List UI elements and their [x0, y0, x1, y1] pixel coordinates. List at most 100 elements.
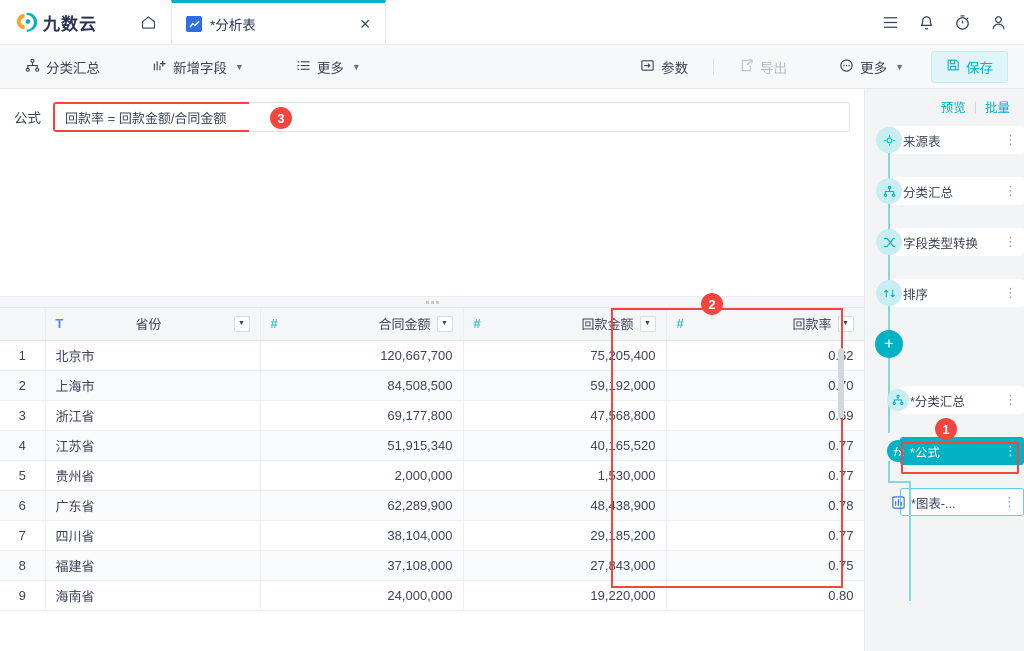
node-menu-icon[interactable]: ⋮ — [1004, 183, 1018, 199]
preview-link[interactable]: 预览 — [941, 97, 966, 116]
cell-rate: 0.77 — [666, 430, 864, 460]
flow-node-label: 字段类型转换 — [903, 233, 1000, 252]
flow-node-card[interactable]: *公式 ⋮ — [900, 437, 1024, 465]
row-index: 8 — [0, 550, 45, 580]
formula-input-extension[interactable] — [249, 102, 850, 132]
table-row[interactable]: 9 海南省 24,000,000 19,220,000 0.80 — [0, 580, 864, 610]
node-menu-icon[interactable]: ⋮ — [1004, 132, 1018, 148]
left-panel: 公式 T 省份 ▼ — [0, 89, 864, 651]
toolbar: 分类汇总 新增字段 ▼ 更多 ▼ 参数 — [0, 45, 1024, 89]
column-header-rate[interactable]: # 回款率 ▼ — [666, 308, 864, 340]
save-button[interactable]: 保存 — [931, 51, 1008, 83]
cell-province: 福建省 — [45, 550, 260, 580]
column-menu-icon[interactable]: ▼ — [234, 316, 250, 332]
flow-node-card[interactable]: *分类汇总 ⋮ — [900, 386, 1024, 414]
cell-contract: 2,000,000 — [260, 460, 463, 490]
flow-node-card[interactable]: 字段类型转换 ⋮ — [893, 228, 1024, 256]
formula-fx-icon — [887, 440, 909, 462]
chevron-down-icon: ▼ — [352, 62, 361, 72]
row-index: 2 — [0, 370, 45, 400]
cell-received: 29,185,200 — [463, 520, 666, 550]
flow-node-chart[interactable]: *图表-... ⋮ — [865, 488, 1024, 516]
close-icon[interactable]: ✕ — [359, 17, 371, 31]
flow-node-label: *分类汇总 — [910, 391, 1000, 410]
sort-icon — [876, 280, 902, 306]
flow-node-card[interactable]: 分类汇总 ⋮ — [893, 177, 1024, 205]
table-header-row: T 省份 ▼ # 合同金额 ▼ — [0, 308, 864, 340]
table-row[interactable]: 3 浙江省 69,177,800 47,568,800 0.69 — [0, 400, 864, 430]
node-menu-icon[interactable]: ⋮ — [1004, 285, 1018, 301]
cell-province: 贵州省 — [45, 460, 260, 490]
tab-analysis-table[interactable]: *分析表 ✕ — [171, 0, 386, 45]
table-row[interactable]: 7 四川省 38,104,000 29,185,200 0.77 — [0, 520, 864, 550]
parameter-icon — [640, 58, 655, 76]
row-index: 1 — [0, 340, 45, 370]
flow-node-sort[interactable]: 排序 ⋮ — [865, 279, 1024, 307]
table-row[interactable]: 4 江苏省 51,915,340 40,165,520 0.77 — [0, 430, 864, 460]
row-index: 6 — [0, 490, 45, 520]
node-menu-icon[interactable]: ⋮ — [1004, 234, 1018, 250]
table-row[interactable]: 8 福建省 37,108,000 27,843,000 0.75 — [0, 550, 864, 580]
user-icon[interactable] — [989, 13, 1008, 32]
cell-received: 48,438,900 — [463, 490, 666, 520]
toolbar-export-button[interactable]: 导出 — [730, 52, 796, 82]
table-row[interactable]: 2 上海市 84,508,500 59,192,000 0.70 — [0, 370, 864, 400]
data-table: T 省份 ▼ # 合同金额 ▼ — [0, 308, 864, 611]
toolbar-more-left-button[interactable]: 更多 ▼ — [287, 52, 370, 82]
panel-splitter[interactable] — [0, 296, 864, 308]
top-bar: 九数云 *分析表 ✕ — [0, 0, 1024, 45]
app-logo[interactable]: 九数云 — [0, 0, 125, 45]
node-menu-icon[interactable]: ⋮ — [1004, 392, 1018, 408]
column-header-received-label: 回款金额 — [487, 314, 634, 333]
table-row[interactable]: 6 广东省 62,289,900 48,438,900 0.78 — [0, 490, 864, 520]
source-table-icon — [876, 127, 902, 153]
column-menu-icon[interactable]: ▼ — [437, 316, 453, 332]
row-index: 3 — [0, 400, 45, 430]
column-header-contract[interactable]: # 合同金额 ▼ — [260, 308, 463, 340]
cell-province: 浙江省 — [45, 400, 260, 430]
cell-province: 上海市 — [45, 370, 260, 400]
text-type-icon: T — [56, 316, 64, 331]
topbar-spacer — [386, 0, 881, 45]
toolbar-add-field-button[interactable]: 新增字段 ▼ — [143, 52, 253, 82]
toolbar-parameter-button[interactable]: 参数 — [631, 52, 697, 82]
table-row[interactable]: 5 贵州省 2,000,000 1,530,000 0.77 — [0, 460, 864, 490]
toolbar-divider — [713, 59, 714, 75]
chart-icon — [887, 491, 909, 513]
flow-node-card[interactable]: *图表-... ⋮ — [900, 488, 1024, 516]
column-header-province-label: 省份 — [69, 314, 227, 333]
table-vertical-scrollbar[interactable] — [838, 348, 844, 418]
timer-icon[interactable] — [953, 13, 972, 32]
column-header-province[interactable]: T 省份 ▼ — [45, 308, 260, 340]
flow-links: 预览 | 批量 — [865, 97, 1024, 126]
add-step-button[interactable]: + — [875, 330, 903, 358]
formula-pane: 公式 — [0, 89, 864, 296]
bell-icon[interactable] — [917, 13, 936, 32]
cell-province: 广东省 — [45, 490, 260, 520]
flow-node-source-table[interactable]: 来源表 ⋮ — [865, 126, 1024, 154]
column-menu-icon[interactable]: ▼ — [640, 316, 656, 332]
cell-contract: 37,108,000 — [260, 550, 463, 580]
flow-node-label: 来源表 — [903, 131, 1000, 150]
cell-received: 19,220,000 — [463, 580, 666, 610]
flow-node-card[interactable]: 来源表 ⋮ — [893, 126, 1024, 154]
cell-contract: 84,508,500 — [260, 370, 463, 400]
flow-node-type-convert[interactable]: 字段类型转换 ⋮ — [865, 228, 1024, 256]
brand-name: 九数云 — [43, 10, 97, 35]
flow-node-group-summary[interactable]: 分类汇总 ⋮ — [865, 177, 1024, 205]
cell-received: 27,843,000 — [463, 550, 666, 580]
table-row[interactable]: 1 北京市 120,667,700 75,205,400 0.62 — [0, 340, 864, 370]
home-button[interactable] — [125, 0, 171, 45]
cell-contract: 51,915,340 — [260, 430, 463, 460]
cell-province: 海南省 — [45, 580, 260, 610]
list-icon[interactable] — [881, 13, 900, 32]
column-menu-icon[interactable]: ▼ — [838, 316, 854, 332]
column-header-received[interactable]: # 回款金额 ▼ — [463, 308, 666, 340]
toolbar-more-right-button[interactable]: 更多 ▼ — [830, 52, 913, 82]
toolbar-group-summary-button[interactable]: 分类汇总 — [16, 52, 109, 82]
node-menu-icon[interactable]: ⋮ — [1003, 494, 1017, 510]
cell-received: 75,205,400 — [463, 340, 666, 370]
node-menu-icon[interactable]: ⋮ — [1004, 443, 1018, 459]
flow-node-card[interactable]: 排序 ⋮ — [893, 279, 1024, 307]
batch-link[interactable]: 批量 — [985, 97, 1010, 116]
